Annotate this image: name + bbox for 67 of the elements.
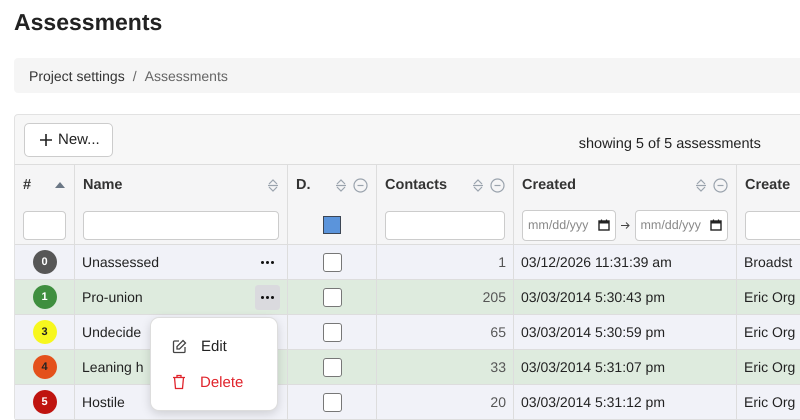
number-badge: 3 [32,320,56,344]
created-date: 03/12/2026 11:31:39 am [521,254,672,270]
sort-icon[interactable] [335,178,347,192]
column-title[interactable]: Created [522,177,576,193]
delete-menu-item[interactable]: Delete [151,364,277,400]
number-badge: 4 [32,355,56,379]
contacts-count: 1 [498,254,506,270]
creator-name: Eric Org [744,324,796,340]
contacts-count: 33 [490,359,506,375]
filter-input[interactable] [83,210,279,240]
contacts-count: 65 [490,324,506,340]
sort-ascending-icon[interactable] [54,181,66,189]
checkbox[interactable] [322,322,342,342]
hide-column-icon[interactable] [713,178,728,192]
checkbox[interactable] [322,252,342,272]
column-title[interactable]: Name [83,177,122,193]
filter-input[interactable] [385,210,505,240]
new-button[interactable]: New... [24,122,113,156]
checkbox[interactable] [322,288,342,306]
arrow-icon [620,222,630,228]
contacts-count: 205 [482,289,506,305]
checkbox[interactable] [322,358,342,376]
more-icon [261,296,274,298]
column-title[interactable]: # [23,177,32,193]
hide-column-icon[interactable] [353,178,368,192]
name-text[interactable]: Hostile [82,394,125,410]
contacts-count: 20 [490,394,506,410]
number-badge: 0 [32,250,56,274]
created-date: 03/03/2014 5:31:07 pm [521,359,666,375]
calendar-icon[interactable] [710,219,722,231]
results-summary: showing 5 of 5 assessments [578,136,761,152]
date-input[interactable]: mm/dd/yyy [522,210,616,240]
filter-input[interactable] [23,210,66,240]
created-date: 03/03/2014 5:30:59 pm [521,324,666,340]
creator-name: Eric Org [744,289,796,305]
created-date: 03/03/2014 5:31:12 pm [521,394,666,410]
sort-icon[interactable] [695,178,707,192]
trash-icon [172,374,186,390]
sort-icon[interactable] [267,178,279,192]
date-input[interactable]: mm/dd/yyy [634,210,728,240]
column-title[interactable]: Contacts [385,177,448,193]
checkbox[interactable] [322,392,342,412]
column-title[interactable]: D. [296,177,310,193]
breadcrumb-separator: / [132,68,137,84]
name-text[interactable]: Unassessed [82,254,160,270]
number-badge: 1 [32,285,56,309]
edit-menu-item[interactable]: Edit [151,328,277,364]
creator-name: Eric Org [744,359,796,375]
number-badge: 5 [32,390,56,414]
creator-name: Broadst [744,254,792,270]
created-date: 03/03/2014 5:30:43 pm [521,289,666,305]
name-text[interactable]: Undecide [82,324,142,340]
breadcrumb-link[interactable]: Project settings [29,68,125,84]
color-filter-swatch[interactable] [323,216,341,234]
name-text[interactable]: Pro-union [82,289,143,305]
plus-icon [40,134,52,146]
page-title: Assessments [13,8,164,37]
name-text[interactable]: Leaning h [82,359,144,375]
creator-name: Eric Org [744,394,796,410]
breadcrumb-current: Assessments [144,68,228,84]
edit-icon [172,338,187,354]
more-icon [261,260,274,264]
calendar-icon[interactable] [598,219,610,231]
more-button[interactable] [255,284,280,310]
column-title[interactable]: Create [745,177,790,193]
sort-icon[interactable] [472,178,484,192]
hide-column-icon[interactable] [490,178,505,192]
